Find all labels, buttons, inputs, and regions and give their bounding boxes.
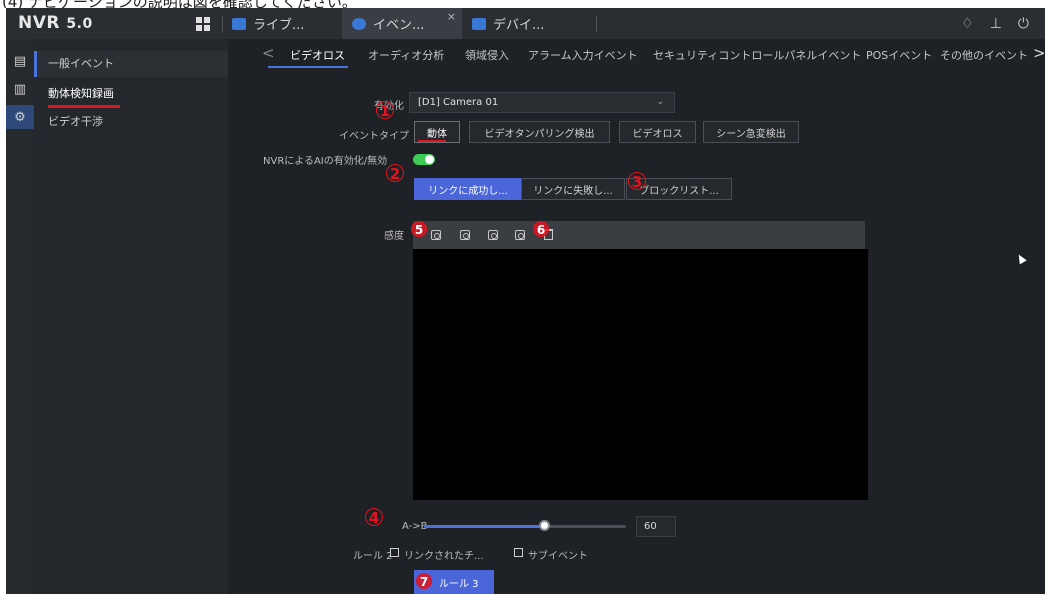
tab-event[interactable]: イベン... × [342, 8, 462, 39]
menu-item-video-tamper[interactable]: ビデオ干渉 [34, 109, 228, 135]
clipboard-icon[interactable]: ▥ [6, 77, 34, 101]
draw-area-icon[interactable] [488, 230, 498, 240]
left-menu: 一般イベント 動体検知録画 ビデオ干渉 [34, 39, 228, 594]
event-type-scene-change[interactable]: シーン急変検出 [703, 121, 799, 143]
menu-item-motion-recording[interactable]: 動体検知録画 [34, 81, 228, 107]
linked-channel-checkbox[interactable] [390, 548, 399, 557]
logo-text: NVR [18, 13, 60, 33]
sub-event-checkbox[interactable] [514, 548, 523, 557]
highlight-underline [418, 140, 446, 142]
link-fail-button[interactable]: リンクに失敗し... [521, 178, 625, 200]
sensitivity-value-input[interactable]: 60 [636, 516, 676, 537]
sensitivity-label: 感度 [384, 231, 404, 242]
tab-label: ライブ... [253, 18, 305, 33]
top-divider [222, 16, 223, 32]
draw-area-icon[interactable] [431, 230, 441, 240]
subtab-intrusion[interactable]: 領域侵入 [465, 47, 509, 63]
subtab-security-panel[interactable]: セキュリティコントロールパネルイベント [653, 47, 861, 63]
slider-fill [424, 525, 545, 528]
event-type-tamper[interactable]: ビデオタンパリング検出 [469, 121, 610, 143]
chevron-left-icon[interactable]: < [262, 44, 275, 62]
subtab-video-loss[interactable]: ビデオロス [290, 47, 345, 63]
subtab-audio[interactable]: オーディオ分析 [368, 47, 444, 63]
annotation-marker: 6 [533, 221, 549, 237]
chevron-down-icon: ⌄ [656, 97, 664, 107]
top-bar: NVR 5.0 ライブ... イベン... × デバイ... ♢ ⊥ ⏻ [6, 8, 1045, 39]
event-icon [352, 17, 366, 30]
subtab-underline [268, 66, 348, 68]
device-icon [472, 17, 486, 30]
close-icon[interactable]: × [447, 10, 456, 23]
subtab-other[interactable]: その他のイベント [940, 47, 1028, 63]
nvr-app: NVR 5.0 ライブ... イベン... × デバイ... ♢ ⊥ ⏻ ▤ ▥… [6, 8, 1045, 594]
highlight-underline [48, 105, 120, 108]
sub-event-label: サブイベント [528, 551, 588, 562]
annotation-marker: 7 [416, 573, 432, 589]
annotation-marker: 1 [376, 101, 394, 120]
annotation-marker: 3 [628, 172, 646, 191]
annotation-marker: 2 [386, 164, 404, 183]
link-success-button[interactable]: リンクに成功し... [414, 178, 522, 200]
tab-label: イベン... [373, 18, 425, 33]
drawing-toolbar [413, 221, 865, 249]
annotation-marker: 4 [365, 508, 383, 527]
linked-channel-label: リンクされたチ... [404, 551, 484, 562]
draw-area-icon[interactable] [460, 230, 470, 240]
top-divider [596, 16, 597, 32]
logo-version: 5.0 [66, 16, 93, 32]
camera-select[interactable]: [D1] Camera 01 ⌄ [409, 92, 675, 113]
camera-select-value: [D1] Camera 01 [418, 97, 499, 108]
caption-text: (4) ナビゲーションの説明は図を確認してください。 [2, 0, 357, 8]
gear-icon[interactable]: ⚙ [6, 105, 34, 129]
tab-device[interactable]: デバイ... [472, 8, 582, 39]
subtab-alarm-input[interactable]: アラーム入力イベント [528, 47, 638, 63]
download-icon[interactable]: ⊥ [990, 16, 1002, 32]
event-type-video-loss[interactable]: ビデオロス [619, 121, 696, 143]
event-list-icon[interactable]: ▤ [6, 49, 34, 73]
bell-icon[interactable]: ♢ [961, 16, 974, 32]
menu-header[interactable]: 一般イベント [34, 51, 228, 77]
tab-live[interactable]: ライブ... [232, 8, 342, 39]
event-subtabs: < ビデオロス オーディオ分析 領域侵入 アラーム入力イベント セキュリティコン… [228, 39, 1045, 71]
grid-menu-icon[interactable] [196, 17, 211, 31]
subtab-pos[interactable]: POSイベント [866, 47, 932, 63]
chevron-right-icon[interactable]: > [1033, 44, 1045, 62]
icon-rail: ▤ ▥ ⚙ [6, 39, 34, 594]
app-logo: NVR 5.0 [18, 13, 93, 33]
video-preview[interactable] [413, 249, 868, 500]
annotation-marker: 5 [411, 221, 427, 237]
camera-icon [232, 17, 246, 30]
event-type-label: イベントタイプ [339, 131, 409, 142]
ai-toggle[interactable] [413, 154, 435, 165]
top-right-controls: ♢ ⊥ ⏻ [961, 8, 1045, 39]
rule2-label: ルール 2 [353, 551, 393, 562]
tab-label: デバイ... [493, 18, 545, 33]
sensitivity-slider[interactable] [424, 525, 626, 528]
draw-area-icon[interactable] [515, 230, 525, 240]
main-content: < ビデオロス オーディオ分析 領域侵入 アラーム入力イベント セキュリティコン… [228, 39, 1045, 594]
ai-toggle-label: NVRによるAIの有効化/無効 [263, 156, 388, 167]
caption-strip: (4) ナビゲーションの説明は図を確認してください。 [0, 0, 1045, 8]
slider-handle[interactable] [539, 520, 550, 531]
power-icon[interactable]: ⏻ [1018, 16, 1029, 32]
